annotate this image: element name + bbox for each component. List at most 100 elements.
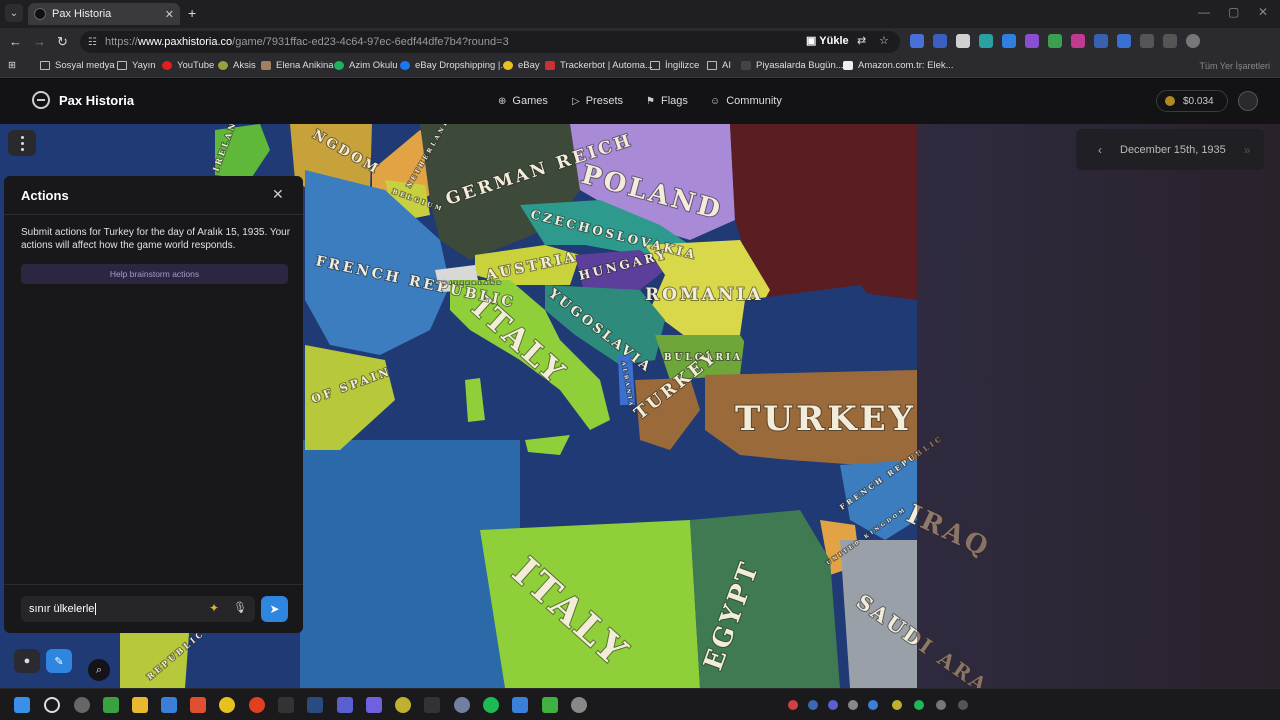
- tab-close-icon[interactable]: ✕: [165, 8, 174, 21]
- forward-arrow-icon[interactable]: →: [33, 34, 46, 49]
- site-settings-icon[interactable]: ☷: [88, 37, 97, 48]
- tray-icon[interactable]: [958, 700, 968, 710]
- nav-label: Flags: [660, 95, 688, 107]
- text-caret: [95, 603, 97, 615]
- bookmark-star-icon[interactable]: ☆: [879, 34, 889, 47]
- microphone-icon[interactable]: 🎙: [233, 601, 247, 614]
- bookmark-item[interactable]: Trackerbot | Automa...: [545, 60, 653, 71]
- all-bookmarks-folder[interactable]: Tüm Yer İşaretleri: [1199, 61, 1270, 71]
- sparkle-icon[interactable]: ✦: [209, 601, 219, 615]
- flag-icon: ⚑: [646, 95, 655, 107]
- help-brainstorm-button[interactable]: Help brainstorm actions: [21, 264, 288, 284]
- tray-icon[interactable]: [868, 700, 878, 710]
- bookmark-item[interactable]: YouTube: [162, 60, 214, 71]
- install-app-button[interactable]: ▣ Yükle: [806, 34, 849, 47]
- new-tab-button[interactable]: +: [188, 5, 196, 21]
- xbox-icon[interactable]: [103, 697, 119, 713]
- window-close-icon[interactable]: ✕: [1258, 5, 1268, 19]
- address-bar[interactable]: ☷ https://www.paxhistoria.co/game/7931ff…: [80, 31, 900, 53]
- bookmark-item[interactable]: Aksis: [218, 60, 256, 71]
- map-search-button[interactable]: ⌕: [88, 659, 110, 681]
- chevron-double-right-icon[interactable]: »: [1244, 143, 1251, 157]
- action-input[interactable]: sınır ülkelerle ✦ 🎙: [21, 596, 255, 622]
- store-icon[interactable]: [161, 697, 177, 713]
- tray-icon[interactable]: [788, 700, 798, 710]
- extension-icon[interactable]: [933, 34, 947, 48]
- bookmark-item[interactable]: Amazon.com.tr: Elek...: [843, 60, 954, 71]
- steam-icon[interactable]: [307, 697, 323, 713]
- epic-games-icon[interactable]: [278, 697, 294, 713]
- tab-list-chevron-icon[interactable]: ⌄: [5, 4, 23, 22]
- chevron-left-icon[interactable]: ‹: [1098, 143, 1102, 157]
- send-button[interactable]: ➤: [261, 596, 288, 622]
- bookmark-item[interactable]: eBay: [503, 60, 540, 71]
- app-icon[interactable]: [454, 697, 470, 713]
- bookmark-item[interactable]: Elena Anikina: [261, 60, 334, 71]
- user-avatar[interactable]: [1238, 91, 1258, 111]
- extension-icon[interactable]: [1025, 34, 1039, 48]
- tray-icon[interactable]: [828, 700, 838, 710]
- extension-icon[interactable]: [1071, 34, 1085, 48]
- apps-grid-icon[interactable]: ⊞: [8, 60, 16, 71]
- extension-icon[interactable]: [1048, 34, 1062, 48]
- pen-icon: ✎: [54, 655, 64, 668]
- balance-badge[interactable]: $0.034: [1156, 90, 1228, 112]
- taskbar-search-icon[interactable]: [44, 697, 60, 713]
- app-icon[interactable]: [571, 697, 587, 713]
- close-icon[interactable]: ✕: [272, 186, 284, 203]
- bookmark-item[interactable]: Azim Okulu: [334, 60, 398, 71]
- bookmark-item[interactable]: Piyasalarda Bugün...: [741, 60, 844, 71]
- minimize-icon[interactable]: —: [1198, 5, 1210, 19]
- app-icon[interactable]: [395, 697, 411, 713]
- nav-presets[interactable]: ▷ Presets: [572, 95, 623, 107]
- app-icon[interactable]: [249, 697, 265, 713]
- coin-icon: [1165, 96, 1175, 106]
- translate-icon[interactable]: ⇄: [857, 34, 866, 47]
- extension-icon[interactable]: [910, 34, 924, 48]
- bookmark-item[interactable]: eBay Dropshipping |...: [400, 60, 508, 71]
- spotify-icon[interactable]: [483, 697, 499, 713]
- extension-icon[interactable]: [1117, 34, 1131, 48]
- browser-tab[interactable]: Pax Historia ✕: [28, 3, 180, 25]
- app-icon[interactable]: [424, 697, 440, 713]
- nav-community[interactable]: ☺ Community: [710, 95, 782, 107]
- bookmark-label: YouTube: [177, 60, 215, 71]
- nav-flags[interactable]: ⚑ Flags: [646, 95, 688, 107]
- profile-avatar[interactable]: [1186, 34, 1200, 48]
- bookmark-label: Sosyal medya: [55, 60, 115, 71]
- bookmark-item[interactable]: AI: [707, 60, 731, 71]
- bookmark-item[interactable]: Sosyal medya: [40, 60, 115, 71]
- bookmark-item[interactable]: İngilizce: [650, 60, 699, 71]
- windows-start-icon[interactable]: [14, 697, 30, 713]
- chrome-icon[interactable]: [219, 697, 235, 713]
- extension-icon[interactable]: [1002, 34, 1016, 48]
- site-favicon-icon: [34, 8, 46, 20]
- site-logo[interactable]: Pax Historia: [32, 91, 134, 109]
- app-icon[interactable]: [74, 697, 90, 713]
- tray-icon[interactable]: [936, 700, 946, 710]
- actions-description: Submit actions for Turkey for the day of…: [21, 227, 291, 251]
- brave-icon[interactable]: [190, 697, 206, 713]
- discord-icon[interactable]: [366, 697, 382, 713]
- tray-icon[interactable]: [848, 700, 858, 710]
- back-arrow-icon[interactable]: ←: [9, 34, 22, 49]
- tray-icon[interactable]: [914, 700, 924, 710]
- file-explorer-icon[interactable]: [132, 697, 148, 713]
- nav-games[interactable]: ⊕ Games: [498, 95, 548, 107]
- game-menu-button[interactable]: [8, 130, 36, 156]
- app-icon[interactable]: [337, 697, 353, 713]
- app-icon[interactable]: [512, 697, 528, 713]
- reload-icon[interactable]: ↻: [57, 34, 68, 50]
- app-icon[interactable]: [542, 697, 558, 713]
- extension-icon[interactable]: [956, 34, 970, 48]
- bookmark-item[interactable]: Yayın: [117, 60, 156, 71]
- reading-list-icon[interactable]: [1163, 34, 1177, 48]
- extension-icon[interactable]: [979, 34, 993, 48]
- tray-icon[interactable]: [892, 700, 902, 710]
- actions-toggle-button[interactable]: ✎: [46, 649, 72, 673]
- maximize-icon[interactable]: ▢: [1228, 5, 1239, 19]
- extension-icon[interactable]: [1094, 34, 1108, 48]
- extensions-puzzle-icon[interactable]: [1140, 34, 1154, 48]
- chat-bubble-button[interactable]: ●: [14, 649, 40, 673]
- tray-icon[interactable]: [808, 700, 818, 710]
